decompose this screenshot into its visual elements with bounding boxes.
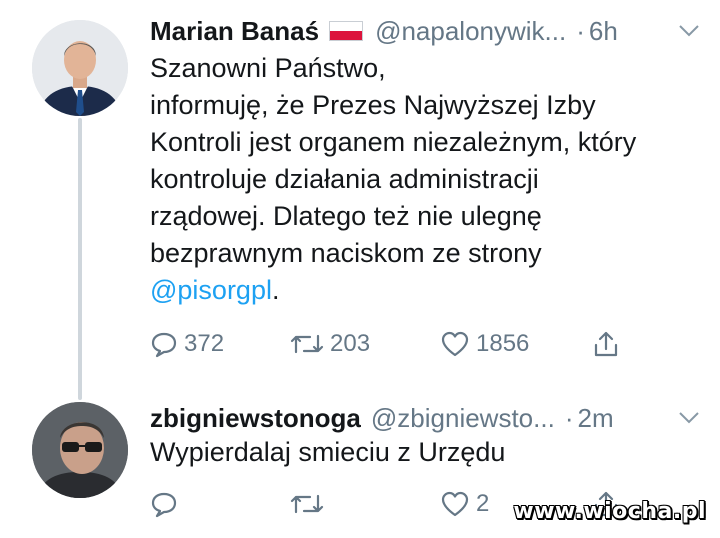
- avatar[interactable]: [32, 20, 128, 116]
- reply-button[interactable]: [150, 486, 184, 522]
- tweet-text-line: @pisorgpl.: [150, 272, 710, 309]
- tweet-text: Wypierdalaj smieciu z Urzędu: [150, 434, 710, 471]
- separator-dot: ·: [564, 402, 574, 433]
- handle[interactable]: @zbigniewsto...: [371, 403, 555, 434]
- tweet-text-line: kontroluje działania administracji: [150, 164, 539, 194]
- retweet-count: 203: [330, 330, 371, 357]
- reply-button[interactable]: 372: [150, 326, 224, 362]
- retweet-button[interactable]: 203: [290, 326, 370, 362]
- chevron-down-icon[interactable]: [678, 405, 700, 431]
- tweet-original[interactable]: Marian Banaś @napalonywik... · 6h Szanow…: [0, 0, 720, 390]
- tweet-text-line: rządowej. Dlatego też nie ulegnę: [150, 201, 542, 231]
- tweet-actions: 372 203 1856: [148, 326, 648, 362]
- like-count: 2: [476, 490, 490, 517]
- avatar[interactable]: [32, 402, 128, 498]
- watermark: www.wiocha.pl: [513, 499, 706, 524]
- chevron-down-icon[interactable]: [678, 18, 700, 44]
- display-name[interactable]: zbigniewstonoga: [150, 403, 361, 434]
- retweet-button[interactable]: [290, 486, 330, 522]
- timestamp[interactable]: 2m: [577, 403, 613, 434]
- reply-icon: [150, 490, 178, 518]
- poland-flag-icon: [329, 21, 364, 41]
- tweet-text-line: Szanowni Państwo,: [150, 53, 386, 83]
- tweet-text-line: Kontroli jest organem niezależnym, który: [150, 127, 637, 157]
- like-count: 1856: [476, 330, 530, 357]
- like-button[interactable]: 1856: [440, 326, 529, 362]
- tweet-text-line: bezprawnym naciskom ze strony: [150, 238, 542, 268]
- reply-count: 372: [184, 330, 225, 357]
- tweet-text-line: informuję, że Prezes Najwyższej Izby: [150, 90, 596, 120]
- share-button[interactable]: [592, 326, 620, 362]
- heart-icon: [440, 490, 470, 518]
- tweet-text: Szanowni Państwo, informuję, że Prezes N…: [150, 50, 710, 309]
- retweet-icon: [290, 330, 324, 358]
- heart-icon: [440, 330, 470, 358]
- like-button[interactable]: 2: [440, 486, 489, 522]
- mention-link[interactable]: @pisorgpl: [150, 275, 272, 305]
- separator-dot: ·: [576, 15, 585, 46]
- display-name[interactable]: Marian Banaś: [150, 16, 319, 47]
- handle[interactable]: @napalonywik...: [375, 16, 566, 47]
- tweet-header: zbigniewstonoga @zbigniewsto... · 2m: [150, 400, 700, 436]
- retweet-icon: [290, 490, 324, 518]
- share-icon: [592, 329, 620, 359]
- reply-icon: [150, 330, 178, 358]
- tweet-header: Marian Banaś @napalonywik... · 6h: [150, 13, 700, 49]
- tweet-text-line: Wypierdalaj smieciu z Urzędu: [150, 437, 506, 467]
- timestamp[interactable]: 6h: [589, 16, 618, 47]
- mention-suffix: .: [271, 275, 280, 305]
- avatar-image: [32, 402, 128, 498]
- avatar-image: [32, 20, 128, 116]
